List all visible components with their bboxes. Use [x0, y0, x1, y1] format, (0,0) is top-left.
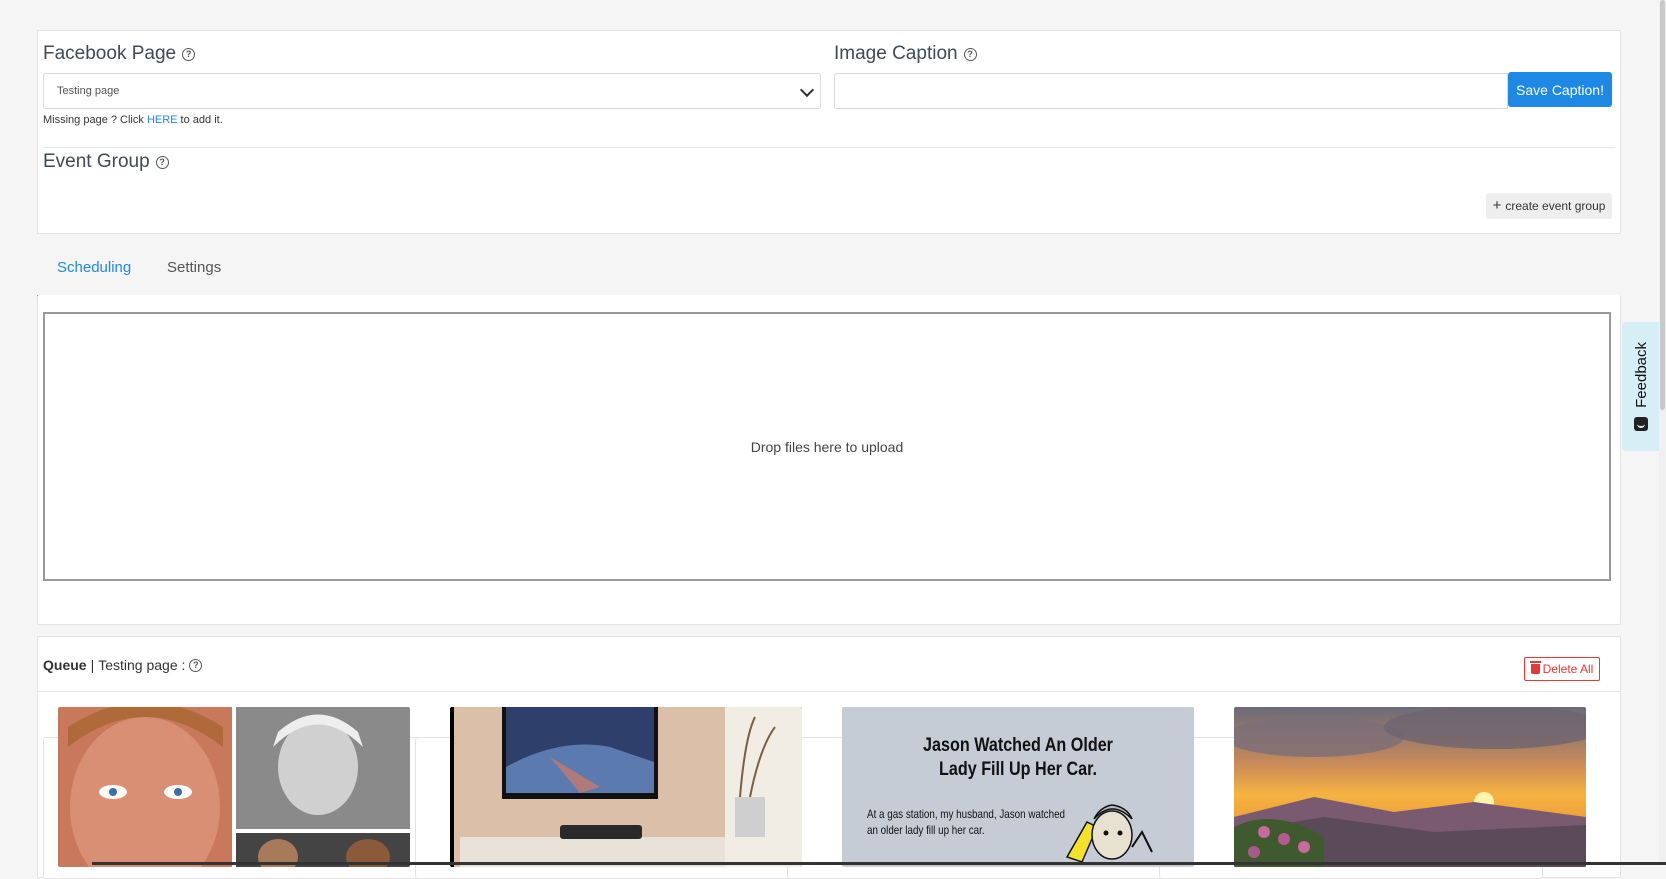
- image-caption-label-text: Image Caption: [834, 43, 958, 64]
- dropzone-text: Drop files here to upload: [750, 438, 904, 455]
- tab-settings[interactable]: Settings: [167, 259, 221, 276]
- queue-thumbnail[interactable]: [1234, 707, 1586, 867]
- missing-page-suffix: to add it.: [177, 114, 223, 126]
- smiley-icon: [1634, 417, 1648, 432]
- queue-thumbnail[interactable]: Jason Watched An Older Lady Fill Up Her …: [842, 707, 1194, 867]
- feedback-label: Feedback: [1632, 341, 1650, 408]
- comic-character-drawing: [1065, 804, 1153, 863]
- scrollbar-thumb[interactable]: [1660, 0, 1665, 410]
- facebook-page-label-text: Facebook Page: [43, 43, 177, 64]
- help-icon[interactable]: ?: [189, 658, 203, 672]
- chevron-down-icon: [799, 82, 815, 98]
- tab-scheduling[interactable]: Scheduling: [57, 259, 131, 276]
- missing-page-text: Missing page ? Click: [43, 114, 147, 126]
- divider: [43, 147, 1615, 148]
- queue-thumbnail[interactable]: [450, 707, 802, 867]
- upload-dropzone[interactable]: Drop files here to upload: [43, 312, 1611, 581]
- create-event-group-label: create event group: [1505, 199, 1606, 213]
- queue-title: Queue: [43, 657, 87, 673]
- delete-all-label: Delete All: [1542, 662, 1594, 676]
- event-group-label: Event Group ?: [43, 151, 169, 173]
- post-settings-card: Facebook Page ? Testing page Missing pag…: [37, 30, 1621, 234]
- facebook-page-select[interactable]: Testing page: [43, 73, 821, 109]
- missing-page-hint: Missing page ? Click HERE to add it.: [43, 114, 223, 126]
- facebook-page-selected: Testing page: [57, 85, 120, 97]
- queue-separator: |: [90, 657, 95, 673]
- page: Facebook Page ? Testing page Missing pag…: [0, 0, 1652, 879]
- add-page-link[interactable]: HERE: [147, 114, 178, 126]
- delete-all-button[interactable]: Delete All: [1524, 657, 1600, 681]
- thumbnail-photo-collage: [58, 707, 410, 867]
- plus-icon: +: [1492, 197, 1502, 214]
- divider: [38, 691, 1620, 692]
- image-caption-input[interactable]: [834, 73, 1508, 109]
- help-icon[interactable]: ?: [182, 47, 196, 61]
- create-event-group-button[interactable]: + create event group: [1486, 193, 1612, 219]
- queue-page-name: Testing page :: [98, 657, 186, 673]
- queue-header: Queue | Testing page : ?: [43, 657, 203, 673]
- save-caption-button[interactable]: Save Caption!: [1508, 72, 1612, 107]
- trash-icon: [1529, 661, 1541, 674]
- thumbnail-sunset-mountains: [1234, 707, 1586, 867]
- facebook-page-label: Facebook Page ?: [43, 43, 196, 65]
- feedback-tab[interactable]: Feedback: [1622, 322, 1660, 451]
- image-caption-label: Image Caption ?: [834, 43, 977, 65]
- tab-bar: Scheduling Settings: [37, 245, 1619, 297]
- help-icon[interactable]: ?: [963, 47, 977, 61]
- queue-card: Queue | Testing page : ? Delete All Jaso…: [37, 636, 1621, 879]
- event-group-label-text: Event Group: [43, 151, 150, 172]
- upload-card: Drop files here to upload: [37, 295, 1621, 625]
- thumbnail-living-room: [450, 707, 802, 867]
- queue-thumbnail[interactable]: [58, 707, 410, 867]
- help-icon[interactable]: ?: [155, 155, 169, 169]
